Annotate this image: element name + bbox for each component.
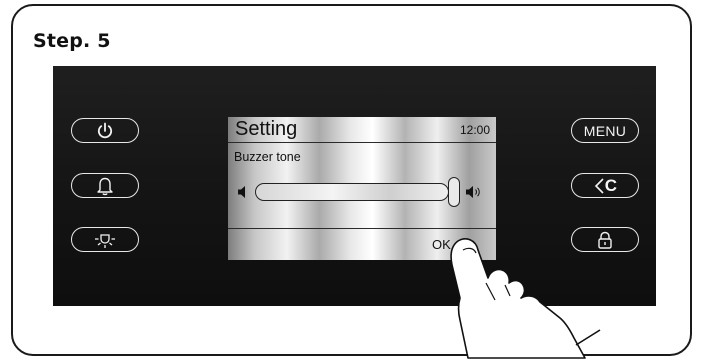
finger-pointer-icon [450,238,601,359]
